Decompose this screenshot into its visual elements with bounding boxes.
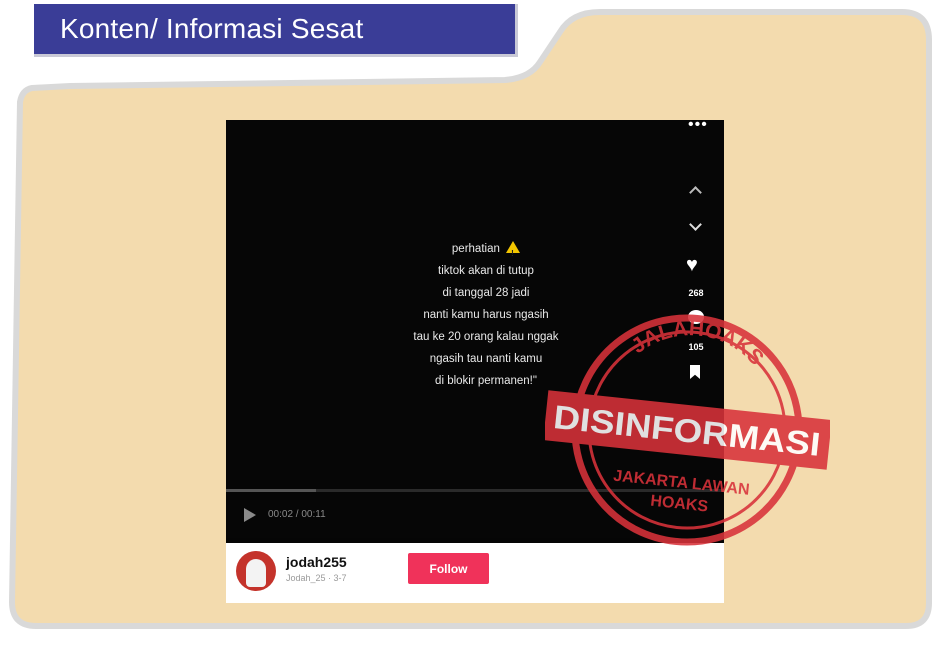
username[interactable]: jodah255 (286, 554, 347, 570)
caption-line: perhatian (451, 243, 500, 255)
stamp-bottom-text-1: JAKARTA LAWAN (612, 468, 750, 499)
stamp-top-text: JALAHOAKS (626, 310, 772, 371)
avatar[interactable] (236, 551, 276, 591)
user-subname: Jodah_25 · 3-7 (286, 573, 347, 583)
stamp-bottom-text-2: HOAKS (650, 493, 710, 516)
video-time: 00:02 / 00:11 (268, 509, 326, 520)
follow-button[interactable]: Follow (408, 553, 489, 584)
heart-icon[interactable]: ♥ (686, 254, 698, 277)
warning-icon: ! (506, 241, 521, 258)
video-progress-fill (226, 489, 316, 492)
page-title: Konten/ Informasi Sesat (34, 4, 518, 57)
more-options-icon[interactable]: ••• (688, 120, 708, 134)
play-icon[interactable] (244, 508, 256, 522)
like-count: 268 (688, 288, 704, 298)
disinformation-stamp: JALAHOAKS DISINFORMASI JAKARTA LAWAN HOA… (545, 310, 830, 546)
caption-line: di tanggal 28 jadi (442, 287, 530, 299)
caption-line: tiktok akan di tutup (438, 265, 534, 277)
